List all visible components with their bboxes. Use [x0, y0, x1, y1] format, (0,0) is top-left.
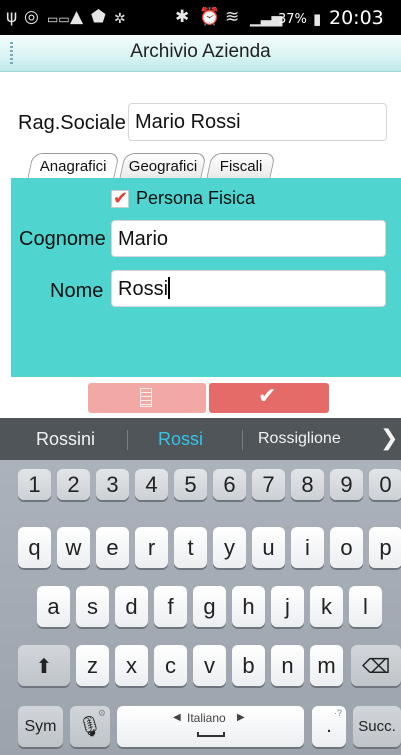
shield-icon: ⬟	[91, 7, 106, 27]
cognome-field[interactable]: Mario	[111, 220, 386, 257]
battery-percent: 37%	[278, 12, 307, 27]
period-key[interactable]: . ·?	[312, 706, 346, 747]
key-k[interactable]: k	[310, 586, 343, 627]
tab-fiscali[interactable]: Fiscali	[206, 153, 276, 179]
key-w[interactable]: w	[57, 527, 90, 568]
key-r[interactable]: r	[135, 527, 168, 568]
status-bar: ψ ◎ ▭▭ ▲ ⬟ ✲ ✱ ⏰ ≋ ▁▃▅ 37% ▮ 20:03	[0, 0, 401, 35]
key-a[interactable]: a	[37, 586, 70, 627]
key-y[interactable]: y	[213, 527, 246, 568]
key-h[interactable]: h	[232, 586, 265, 627]
tab-fiscali-label: Fiscali	[219, 158, 263, 175]
chevron-right-icon[interactable]: ❯	[380, 418, 398, 460]
key-u[interactable]: u	[252, 527, 285, 568]
voicemail-icon: ▭▭	[47, 12, 70, 26]
key-m[interactable]: m	[310, 645, 343, 686]
wifi-icon: ≋	[225, 7, 240, 27]
key-o[interactable]: o	[330, 527, 363, 568]
check-icon: ✔	[258, 384, 277, 409]
rag-sociale-field[interactable]: Mario Rossi	[128, 103, 387, 141]
clock: 20:03	[329, 7, 384, 29]
nome-label: Nome	[50, 280, 104, 302]
key-l[interactable]: l	[349, 586, 382, 627]
usb-icon: ψ	[6, 7, 18, 27]
key-1[interactable]: 1	[18, 469, 51, 500]
key-d[interactable]: d	[115, 586, 148, 627]
enter-key[interactable]: Succ.	[353, 706, 401, 747]
tab-geografici-label: Geografici	[128, 158, 197, 175]
settings-hint-icon: ⚙	[97, 708, 106, 718]
key-t[interactable]: t	[174, 527, 207, 568]
suggestion-divider	[127, 430, 128, 450]
shift-key[interactable]: ⬆	[18, 645, 70, 686]
nome-field[interactable]: Rossi	[111, 270, 386, 307]
bluetooth-icon: ✱	[175, 7, 190, 27]
shift-icon: ⬆	[35, 654, 53, 678]
key-p[interactable]: p	[369, 527, 401, 568]
microphone-key[interactable]: 🎙︎ ⚙	[70, 706, 110, 747]
language-label: Italiano	[187, 711, 226, 725]
list-icon	[140, 388, 152, 407]
cognome-label: Cognome	[19, 228, 106, 250]
language-left-icon: ◀	[173, 712, 181, 723]
nome-value: Rossi	[118, 278, 169, 300]
key-3[interactable]: 3	[96, 469, 129, 500]
rag-sociale-label: Rag.Sociale	[18, 112, 126, 134]
key-4[interactable]: 4	[135, 469, 168, 500]
title-bar: Archivio Azienda	[0, 35, 401, 72]
period-hint: ·?	[333, 708, 342, 718]
key-x[interactable]: x	[115, 645, 148, 686]
checkmark-icon: ✔	[113, 188, 129, 209]
confirm-button[interactable]: ✔	[209, 383, 329, 413]
suggestion-bar: Rossini Rossi Rossiglione ❯	[0, 418, 401, 460]
suggestion-3[interactable]: Rossiglione	[258, 418, 341, 460]
key-e[interactable]: e	[96, 527, 129, 568]
tab-anagrafici-label: Anagrafici	[39, 158, 107, 175]
tab-anagrafici[interactable]: Anagrafici	[27, 153, 120, 179]
key-z[interactable]: z	[76, 645, 109, 686]
persona-fisica-label: Persona Fisica	[136, 188, 256, 208]
text-cursor	[168, 277, 171, 299]
key-g[interactable]: g	[193, 586, 226, 627]
list-button[interactable]	[88, 383, 206, 413]
backspace-key[interactable]: ⌫	[351, 645, 401, 686]
key-9[interactable]: 9	[330, 469, 363, 500]
key-b[interactable]: b	[232, 645, 265, 686]
language-right-icon: ▶	[237, 712, 245, 723]
key-6[interactable]: 6	[213, 469, 246, 500]
key-i[interactable]: i	[291, 527, 324, 568]
period-label: .	[326, 715, 332, 737]
page-title: Archivio Azienda	[130, 41, 271, 62]
key-j[interactable]: j	[271, 586, 304, 627]
key-c[interactable]: c	[154, 645, 187, 686]
key-5[interactable]: 5	[174, 469, 207, 500]
key-v[interactable]: v	[193, 645, 226, 686]
suggestion-1[interactable]: Rossini	[36, 418, 95, 460]
persona-fisica-checkbox[interactable]: ✔	[111, 188, 129, 209]
bug-icon: ✲	[114, 11, 126, 27]
key-8[interactable]: 8	[291, 469, 324, 500]
alarm-icon: ⏰	[199, 7, 221, 27]
key-q[interactable]: q	[18, 527, 51, 568]
suggestion-divider	[242, 430, 243, 450]
warning-icon: ▲	[70, 7, 84, 27]
key-f[interactable]: f	[154, 586, 187, 627]
space-key[interactable]: ◀ Italiano ▶	[117, 706, 304, 747]
key-n[interactable]: n	[271, 645, 304, 686]
whatsapp-icon: ◎	[24, 7, 39, 27]
sym-key[interactable]: Sym	[18, 706, 63, 747]
backspace-icon: ⌫	[361, 654, 391, 678]
key-7[interactable]: 7	[252, 469, 285, 500]
space-bar-icon	[197, 732, 225, 737]
key-0[interactable]: 0	[369, 469, 401, 500]
key-s[interactable]: s	[76, 586, 109, 627]
tab-geografici[interactable]: Geografici	[119, 153, 207, 179]
battery-icon: ▮	[313, 10, 322, 28]
key-2[interactable]: 2	[57, 469, 90, 500]
suggestion-2[interactable]: Rossi	[158, 418, 203, 460]
